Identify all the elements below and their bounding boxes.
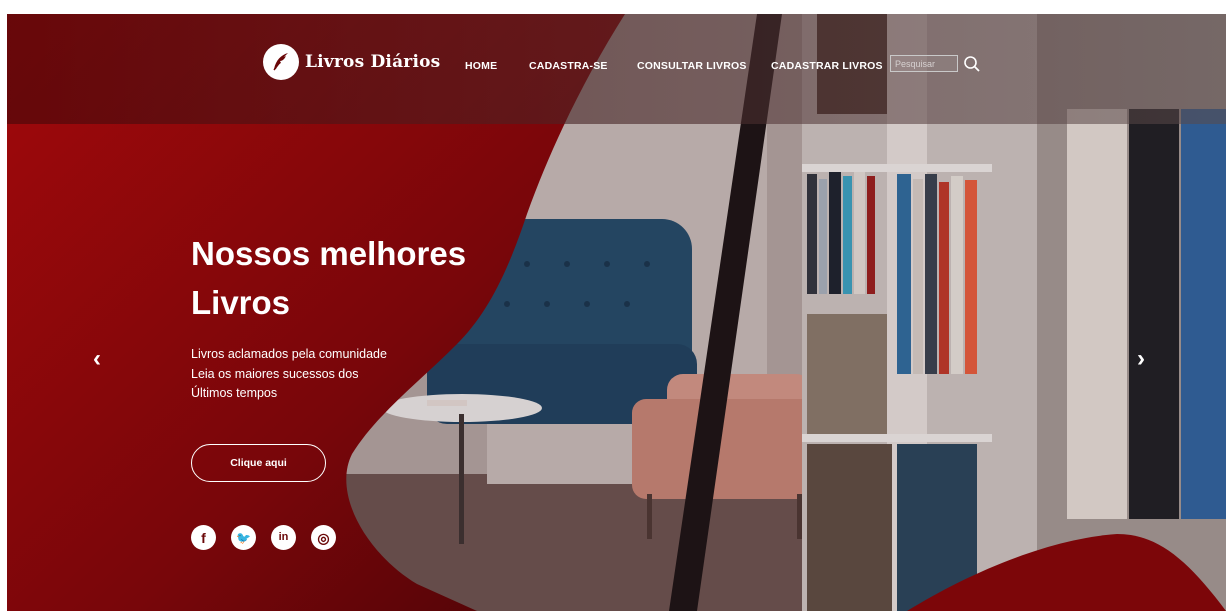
carousel-next-arrow[interactable]: ›	[1137, 347, 1145, 371]
linkedin-glyph: in	[278, 531, 289, 543]
hero-title-line1: Nossos melhores	[191, 235, 467, 272]
twitter-icon[interactable]: 🐦	[231, 525, 256, 550]
hero-text-line3: Últimos tempos	[191, 386, 278, 400]
clique-aqui-button[interactable]: Clique aqui	[191, 444, 326, 482]
top-navbar: Livros Diários HOME CADASTRA-SE CONSULTA…	[7, 14, 1226, 124]
instagram-glyph: ◎	[317, 529, 330, 546]
nav-cadastrar-livros-link[interactable]: CADASTRAR LIVROS	[771, 60, 883, 72]
facebook-glyph: f	[201, 529, 206, 546]
hero-text-line1: Livros aclamados pela comunidade	[191, 347, 387, 361]
facebook-icon[interactable]: f	[191, 525, 216, 550]
carousel-prev-arrow[interactable]: ‹	[93, 347, 101, 371]
nav-home-link[interactable]: HOME	[465, 60, 497, 72]
nav-cadastra-se-link[interactable]: CADASTRA-SE	[529, 60, 608, 72]
linkedin-icon[interactable]: in	[271, 525, 296, 550]
hero-description: Livros aclamados pela comunidade Leia os…	[191, 345, 387, 404]
nav-consultar-livros-link[interactable]: CONSULTAR LIVROS	[637, 60, 747, 72]
feather-quill-icon	[263, 44, 299, 80]
hero-title: Nossos melhores Livros	[191, 229, 466, 327]
twitter-glyph: 🐦	[236, 530, 251, 545]
instagram-icon[interactable]: ◎	[311, 525, 336, 550]
search-input[interactable]	[890, 55, 958, 72]
search-icon[interactable]	[963, 55, 981, 73]
hero-title-line2: Livros	[191, 284, 291, 321]
brand[interactable]: Livros Diários	[263, 44, 440, 80]
hero-carousel: Livros Diários HOME CADASTRA-SE CONSULTA…	[7, 14, 1226, 611]
hero-text-line2: Leia os maiores sucessos dos	[191, 366, 359, 381]
brand-name: Livros Diários	[305, 52, 441, 72]
